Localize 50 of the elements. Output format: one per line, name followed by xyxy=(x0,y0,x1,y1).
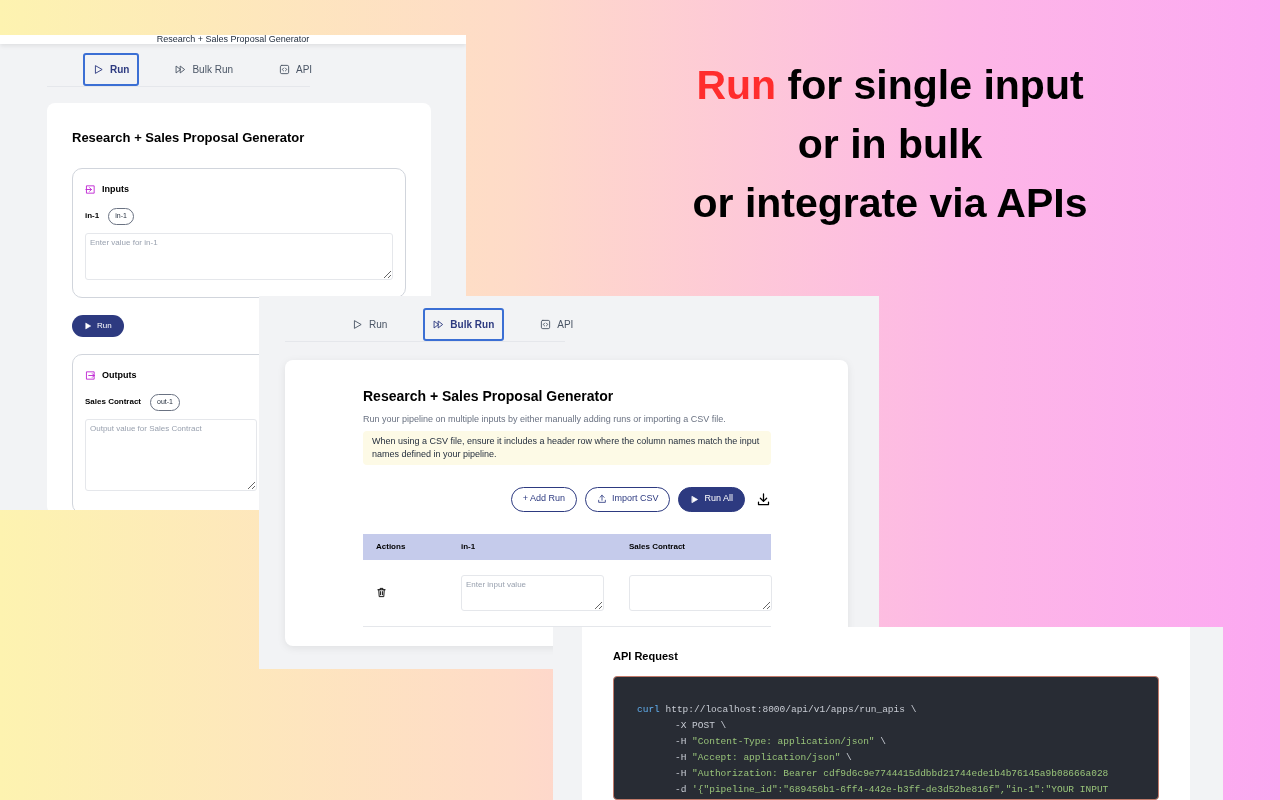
play-icon xyxy=(352,319,363,330)
tab[interactable]: Run xyxy=(342,308,398,341)
code-line: -H "Authorization: Bearer cdf9d6c9e7744415ddbbd21744ede1b4b76145a9b08666a028 xyxy=(674,766,1110,780)
code-line: curl http://localhost:8000/api/v1/apps/run_apis \ xyxy=(637,702,918,716)
double-play-icon xyxy=(175,64,187,75)
code-line: -X POST \ xyxy=(674,718,728,732)
header-title: Research + Sales Proposal Generator xyxy=(156,35,310,44)
double-play-icon xyxy=(433,319,445,330)
code-icon xyxy=(279,64,291,75)
text-area[interactable]: Output value for Sales Contract xyxy=(85,418,257,491)
section-heading: Outputs xyxy=(102,368,137,382)
headline-text: or integrate via APIs xyxy=(692,179,1088,228)
trash-icon xyxy=(376,587,387,598)
download-icon xyxy=(756,491,771,507)
code-line: -H "Accept: application/json" \ xyxy=(674,750,853,764)
field-label: Sales Contract xyxy=(85,396,142,409)
notice-banner: When using a CSV file, ensure it includes a header row where the column names match the input names defined in your pipeline. xyxy=(363,430,771,465)
delete-button[interactable] xyxy=(376,586,388,599)
exit-icon xyxy=(85,369,96,381)
description-text: Run your pipeline on multiple inputs by either manually adding runs or importing a CSV file. xyxy=(363,413,727,426)
download-button[interactable] xyxy=(756,491,771,507)
column-header: Actions xyxy=(376,540,407,553)
add-run-button[interactable]: + Add Run xyxy=(510,486,577,512)
tab[interactable]: API xyxy=(530,308,584,341)
tab[interactable]: API xyxy=(269,53,323,86)
section-heading: Inputs xyxy=(102,182,129,196)
code-line: -H "Content-Type: application/json" \ xyxy=(674,734,887,748)
headline-text: Run for single input xyxy=(696,61,1084,110)
play-icon xyxy=(93,64,104,75)
field-label: in-1 xyxy=(85,210,100,223)
column-header: Sales Contract xyxy=(629,540,687,553)
card-title: Research + Sales Proposal Generator xyxy=(72,129,306,147)
tab[interactable]: Run xyxy=(83,53,140,86)
tab[interactable]: Bulk Run xyxy=(165,53,244,86)
enter-icon xyxy=(85,183,96,195)
section-heading: API Request xyxy=(613,649,679,664)
tab[interactable]: Bulk Run xyxy=(423,308,505,341)
code-line: -d '{"pipeline_id":"689456b1-6ff4-442e-b3ff-de3d52be816f","in-1":"YOUR INPUT xyxy=(674,782,1110,796)
code-icon xyxy=(540,319,552,330)
run-all-button[interactable]: Run All xyxy=(678,486,745,512)
run-button[interactable]: Run xyxy=(72,314,124,337)
card-title: Research + Sales Proposal Generator xyxy=(363,387,615,406)
headline-text: or in bulk xyxy=(797,120,983,169)
play-icon xyxy=(690,494,700,504)
column-header: in-1 xyxy=(461,540,477,553)
upload-icon xyxy=(596,494,607,504)
text-area[interactable]: Enter value for in-1 xyxy=(85,232,393,280)
import-button[interactable]: Import CSV xyxy=(584,486,671,512)
text-area[interactable]: Enter input value xyxy=(461,574,604,611)
play-icon xyxy=(84,321,92,330)
